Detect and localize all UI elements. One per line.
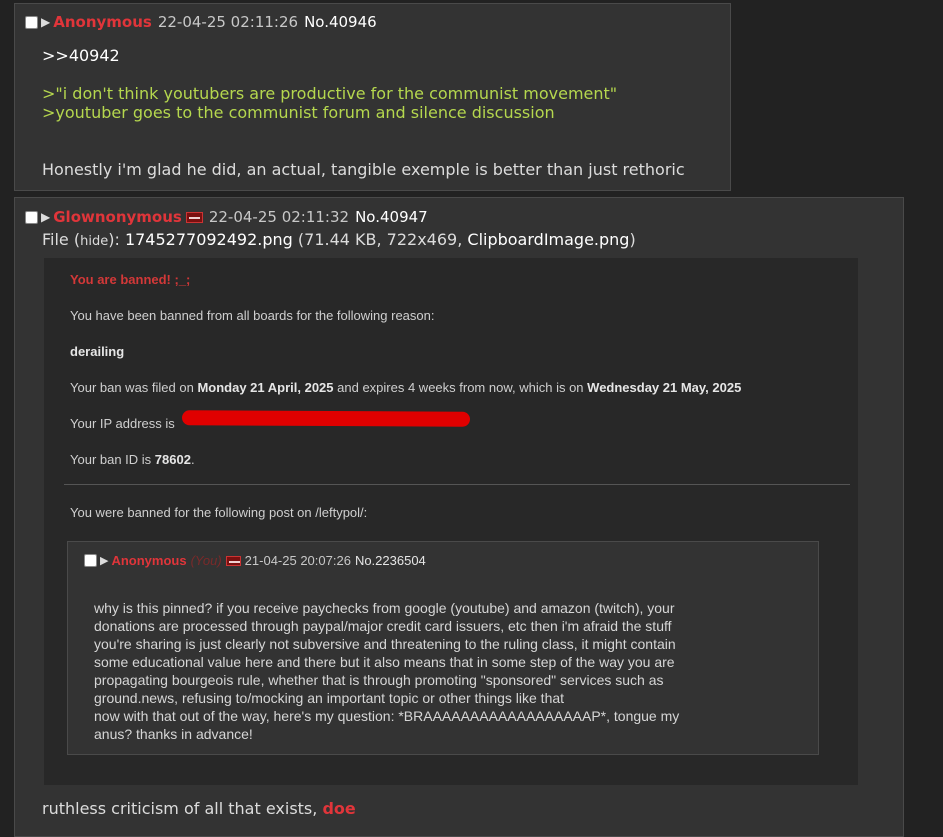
hide-file-link[interactable]: hide xyxy=(80,234,108,249)
post-40946: ▶ Anonymous 22-04-25 02:11:26 No.40946 >… xyxy=(14,3,731,191)
body-line: why is this pinned? if you receive paych… xyxy=(94,600,675,616)
post-number: No.2236504 xyxy=(354,553,426,568)
post-menu-arrow-icon[interactable]: ▶ xyxy=(41,15,50,29)
country-flag-icon xyxy=(185,211,203,223)
file-mid: ): xyxy=(108,230,125,249)
select-checkbox xyxy=(84,554,97,567)
divider xyxy=(64,484,850,485)
ban-reason: derailing xyxy=(70,344,125,359)
file-link[interactable]: 1745277092492.png xyxy=(125,230,293,249)
ip-address-label: Your IP address is xyxy=(70,416,175,431)
you-marker: (You) xyxy=(190,553,222,568)
post-date: 22-04-25 02:11:26 xyxy=(157,13,299,31)
file-prefix: File ( xyxy=(42,230,81,249)
original-filename-link[interactable]: ClipboardImage.png xyxy=(467,230,629,249)
poster-name: Glownonymous xyxy=(53,208,182,226)
body-line: now with that out of the way, here's my … xyxy=(94,708,680,724)
body-line: ground.news, refusing to/mocking an impo… xyxy=(94,690,565,706)
ban-reason-intro: You have been banned from all boards for… xyxy=(70,308,435,323)
poster-name: Anonymous xyxy=(111,553,187,568)
post-menu-arrow-icon[interactable]: ▶ xyxy=(41,210,50,224)
banned-post: ▶ Anonymous (You) 21-04-25 20:07:26 No.2… xyxy=(67,541,819,755)
ban-id: Your ban ID is 78602. xyxy=(70,452,195,467)
body-line: donations are processed through paypal/m… xyxy=(94,618,672,634)
body-line: you're sharing is just clearly not subve… xyxy=(94,636,676,652)
post-body-text: Honestly i'm glad he did, an actual, tan… xyxy=(42,160,685,179)
ban-title: You are banned! ;_; xyxy=(70,272,191,287)
post-header: ▶ Anonymous 22-04-25 02:11:26 No.40946 xyxy=(25,13,377,31)
greentext-line: >"i don't think youtubers are productive… xyxy=(42,84,618,103)
file-info: File (hide): 1745277092492.png (71.44 KB… xyxy=(42,230,636,249)
post-number-link[interactable]: No.40947 xyxy=(355,208,428,226)
file-end: ) xyxy=(629,230,636,249)
redaction-mark xyxy=(181,410,471,427)
body-line: some educational value here and there bu… xyxy=(94,654,675,670)
poster-name: Anonymous xyxy=(53,13,152,31)
highlighted-word: doe xyxy=(322,799,356,818)
ban-dates: Your ban was filed on Monday 21 April, 2… xyxy=(70,380,742,395)
banned-post-body: why is this pinned? if you receive paych… xyxy=(94,599,679,743)
banned-post-header: ▶ Anonymous (You) 21-04-25 20:07:26 No.2… xyxy=(84,553,426,568)
select-checkbox[interactable] xyxy=(25,15,38,29)
post-date: 21-04-25 20:07:26 xyxy=(244,553,351,568)
post-body-text: ruthless criticism of all that exists, d… xyxy=(42,799,356,818)
country-flag-icon xyxy=(225,555,241,566)
post-number-link[interactable]: No.40946 xyxy=(304,13,377,31)
post-40947: ▶ Glownonymous 22-04-25 02:11:32 No.4094… xyxy=(14,197,904,837)
file-details: (71.44 KB, 722x469, xyxy=(292,230,468,249)
select-checkbox[interactable] xyxy=(25,210,38,224)
reply-link[interactable]: >>40942 xyxy=(42,46,120,65)
body-line: anus? thanks in advance! xyxy=(94,726,253,742)
banned-post-intro: You were banned for the following post o… xyxy=(70,505,368,520)
post-menu-arrow-icon: ▶ xyxy=(100,555,109,567)
post-date: 22-04-25 02:11:32 xyxy=(208,208,350,226)
body-line: propagating bourgeois rule, whether that… xyxy=(94,672,664,688)
post-header: ▶ Glownonymous 22-04-25 02:11:32 No.4094… xyxy=(25,208,428,226)
attached-image[interactable]: You are banned! ;_; You have been banned… xyxy=(44,258,858,785)
greentext-line: >youtuber goes to the communist forum an… xyxy=(42,103,555,122)
